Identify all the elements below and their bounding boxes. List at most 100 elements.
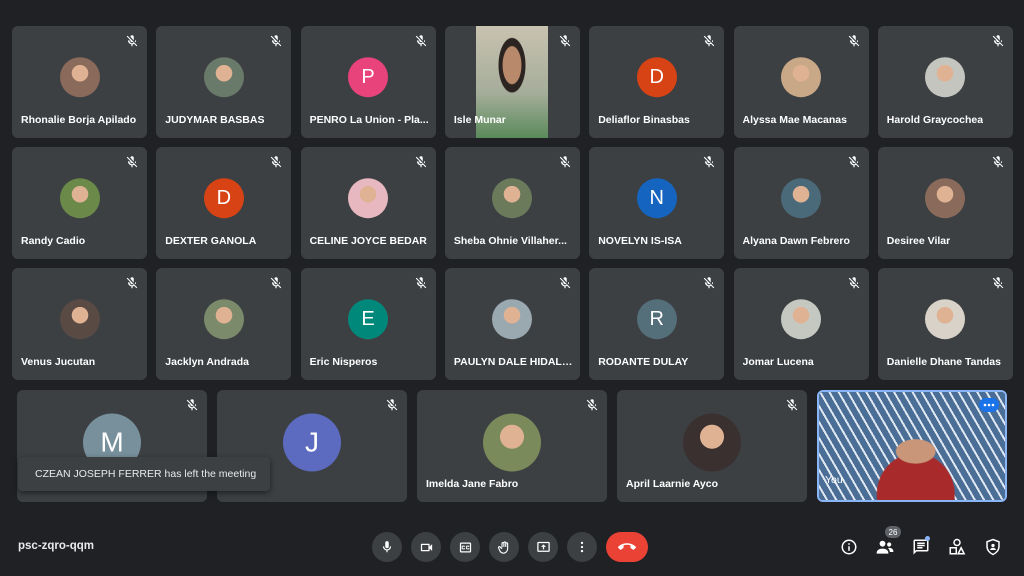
avatar bbox=[781, 57, 821, 98]
mic-off-icon bbox=[125, 155, 139, 169]
avatar: N bbox=[636, 178, 677, 219]
participant-name: Isle Munar bbox=[453, 114, 506, 126]
participant-name: April Laarnie Ayco bbox=[626, 478, 718, 490]
bottom-toolbar: psc-zqro-qqm 26 bbox=[0, 522, 1024, 576]
avatar bbox=[348, 178, 389, 219]
participant-tile[interactable]: R RODANTE DULAY bbox=[589, 268, 725, 380]
participant-tile[interactable]: N NOVELYN IS-ISA bbox=[589, 147, 725, 259]
avatar: D bbox=[203, 178, 244, 219]
avatar bbox=[59, 299, 100, 340]
participant-name: Jacklyn Andrada bbox=[165, 356, 249, 368]
mic-off-icon bbox=[558, 34, 572, 48]
self-view-tile[interactable]: You bbox=[817, 390, 1007, 502]
meeting-code: psc-zqro-qqm bbox=[18, 540, 95, 552]
participant-tile[interactable]: JUDYMAR BASBAS bbox=[156, 26, 292, 138]
participant-tile[interactable]: PAULYN DALE HIDALGO bbox=[444, 268, 580, 380]
participant-tile[interactable]: Desiree Vilar bbox=[877, 147, 1013, 259]
avatar-initial: R bbox=[649, 307, 664, 330]
participant-name: PAULYN DALE HIDALGO bbox=[453, 356, 573, 368]
avatar bbox=[59, 57, 100, 98]
avatar: J bbox=[283, 413, 341, 472]
camera-button[interactable] bbox=[411, 532, 441, 562]
participant-tile[interactable]: Alyana Dawn Febrero bbox=[733, 147, 869, 259]
host-controls-button[interactable] bbox=[981, 535, 1005, 559]
participant-tile[interactable]: Sheba Ohnie Villaher... bbox=[444, 147, 580, 259]
participant-name: Jomar Lucena bbox=[742, 356, 814, 368]
mic-off-icon bbox=[702, 276, 716, 290]
chat-notification-dot bbox=[925, 536, 930, 541]
more-options-icon bbox=[983, 403, 995, 407]
mic-off-icon bbox=[125, 276, 139, 290]
more-options-button[interactable] bbox=[567, 532, 597, 562]
avatar-initial: M bbox=[100, 426, 124, 458]
participant-tile[interactable]: Harold Graycochea bbox=[877, 26, 1013, 138]
participant-tile[interactable]: April Laarnie Ayco bbox=[617, 390, 807, 502]
participant-tile[interactable]: Jomar Lucena bbox=[733, 268, 869, 380]
participant-name: Sheba Ohnie Villaher... bbox=[453, 235, 567, 247]
participant-tile[interactable]: D DEXTER GANOLA bbox=[156, 147, 292, 259]
captions-button[interactable] bbox=[450, 532, 480, 562]
mic-off-icon bbox=[991, 276, 1005, 290]
avatar: R bbox=[636, 299, 677, 340]
participant-tile[interactable]: Danielle Dhane Tandas bbox=[877, 268, 1013, 380]
participant-name: JUDYMAR BASBAS bbox=[165, 114, 265, 126]
participant-name: Rhonalie Borja Apilado bbox=[21, 114, 137, 126]
mic-off-icon bbox=[585, 398, 599, 412]
meeting-details-button[interactable] bbox=[837, 535, 861, 559]
participant-name: Desiree Vilar bbox=[886, 235, 951, 247]
participant-name: NOVELYN IS-ISA bbox=[598, 235, 682, 247]
info-icon bbox=[841, 539, 857, 555]
participant-name: Alyssa Mae Macanas bbox=[742, 114, 847, 126]
mic-off-icon bbox=[414, 155, 428, 169]
participant-tile[interactable]: Alyssa Mae Macanas bbox=[733, 26, 869, 138]
mic-off-icon bbox=[702, 34, 716, 48]
avatar-initial: N bbox=[649, 186, 664, 209]
mic-off-icon bbox=[785, 398, 799, 412]
end-call-button[interactable] bbox=[606, 532, 648, 562]
participant-name: DEXTER GANOLA bbox=[165, 235, 257, 247]
mic-off-icon bbox=[269, 34, 283, 48]
camera-icon bbox=[420, 543, 432, 551]
mic-off-icon bbox=[414, 34, 428, 48]
participant-tile[interactable]: Isle Munar bbox=[444, 26, 580, 138]
mic-off-icon bbox=[847, 276, 861, 290]
participant-tile[interactable]: D Deliaflor Binasbas bbox=[589, 26, 725, 138]
more-vert-icon bbox=[580, 541, 584, 553]
participant-tile[interactable]: Jacklyn Andrada bbox=[156, 268, 292, 380]
captions-icon bbox=[459, 542, 471, 552]
participant-tile[interactable]: Rhonalie Borja Apilado bbox=[12, 26, 147, 138]
participant-name: Randy Cadio bbox=[21, 235, 86, 247]
left-meeting-toast: CZEAN JOSEPH FERRER has left the meeting bbox=[18, 457, 270, 491]
mic-off-icon bbox=[385, 398, 399, 412]
mic-off-icon bbox=[414, 276, 428, 290]
activities-button[interactable] bbox=[945, 535, 969, 559]
people-count-badge: 26 bbox=[885, 526, 901, 538]
mic-off-icon bbox=[991, 155, 1005, 169]
participant-tile[interactable]: Imelda Jane Fabro bbox=[417, 390, 607, 502]
participant-tile[interactable]: P PENRO La Union - Pla... bbox=[300, 26, 436, 138]
participant-tile[interactable]: E Eric Nisperos bbox=[300, 268, 436, 380]
avatar bbox=[492, 299, 533, 340]
participant-name: RODANTE DULAY bbox=[598, 356, 689, 368]
raise-hand-button[interactable] bbox=[489, 532, 519, 562]
avatar-initial: D bbox=[216, 186, 232, 209]
avatar: P bbox=[348, 57, 389, 98]
present-screen-button[interactable] bbox=[528, 532, 558, 562]
avatar bbox=[925, 178, 966, 219]
people-count: 26 bbox=[888, 527, 898, 537]
microphone-button[interactable] bbox=[372, 532, 402, 562]
mic-off-icon bbox=[847, 155, 861, 169]
mic-off-icon bbox=[125, 34, 139, 48]
avatar bbox=[683, 413, 741, 472]
self-video-feed bbox=[819, 392, 1005, 500]
participant-tile[interactable]: CELINE JOYCE BEDAR bbox=[300, 147, 436, 259]
microphone-icon bbox=[382, 541, 392, 553]
avatar bbox=[203, 57, 244, 98]
self-more-options-button[interactable] bbox=[979, 398, 999, 412]
people-button[interactable] bbox=[873, 535, 897, 559]
participant-tile[interactable]: Venus Jucutan bbox=[12, 268, 147, 380]
avatar-initial: P bbox=[361, 65, 375, 88]
participant-tile[interactable]: Randy Cadio bbox=[12, 147, 147, 259]
raise-hand-icon bbox=[497, 540, 508, 554]
mic-off-icon bbox=[847, 34, 861, 48]
